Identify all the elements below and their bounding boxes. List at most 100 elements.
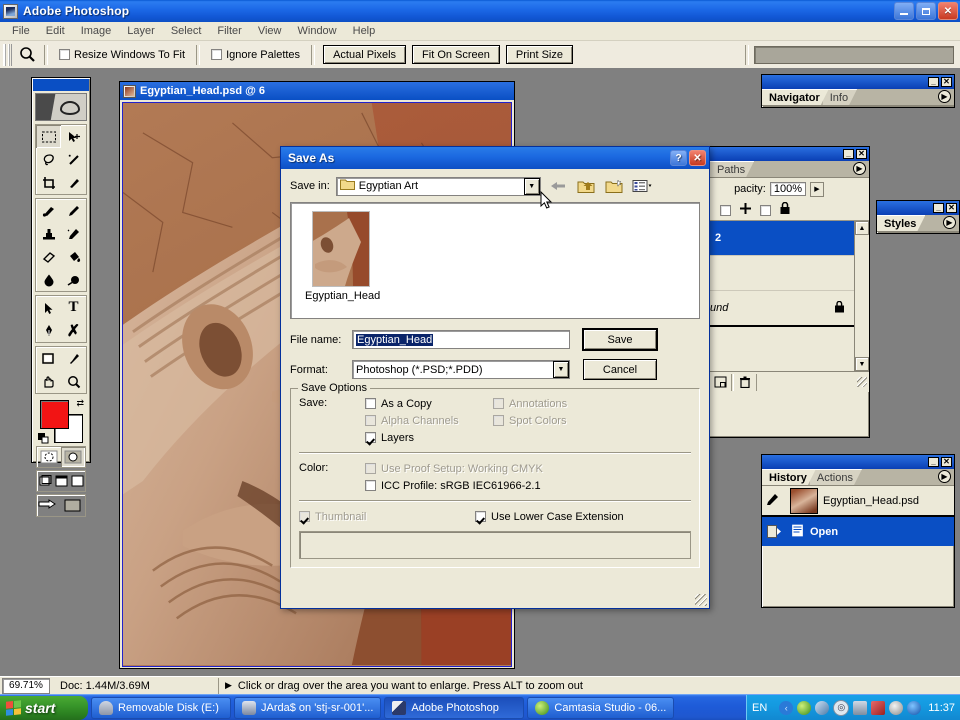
lowercase-extension-checkbox[interactable] xyxy=(475,511,486,522)
fit-on-screen-button[interactable]: Fit On Screen xyxy=(412,45,500,64)
menu-filter[interactable]: Filter xyxy=(209,23,249,39)
taskbar-item-removable-disk[interactable]: Removable Disk (E:) xyxy=(91,696,231,719)
eraser-tool-icon[interactable] xyxy=(36,245,61,268)
menu-image[interactable]: Image xyxy=(73,23,120,39)
list-item[interactable]: Egyptian_Head xyxy=(305,211,380,302)
start-button[interactable]: start xyxy=(0,695,88,720)
options-bar-grip[interactable] xyxy=(3,43,12,66)
volume-icon[interactable] xyxy=(889,700,904,715)
layers-scrollbar[interactable]: ▲ ▼ xyxy=(854,221,869,371)
styles-close-button[interactable]: ✕ xyxy=(946,203,957,213)
document-size-info[interactable]: Doc: 1.44M/3.69M xyxy=(52,677,219,694)
taskbar-item-photoshop[interactable]: Adobe Photoshop xyxy=(384,696,525,719)
zoom-tool-icon-toolbox[interactable] xyxy=(61,370,86,393)
history-menu-icon[interactable]: ▶ xyxy=(938,470,951,483)
pen-tool-icon[interactable] xyxy=(36,319,61,342)
styles-menu-icon[interactable]: ▶ xyxy=(943,216,956,229)
taskbar-clock[interactable]: 11:37 xyxy=(928,702,955,714)
standard-screen-mode-icon[interactable] xyxy=(37,471,53,491)
magic-wand-tool-icon[interactable] xyxy=(61,148,86,171)
new-layer-icon[interactable] xyxy=(708,373,732,391)
antivirus-icon[interactable]: ◎ xyxy=(833,699,850,716)
layers-close-button[interactable]: ✕ xyxy=(856,149,867,159)
history-close-button[interactable]: ✕ xyxy=(941,457,952,467)
marquee-tool-icon[interactable] xyxy=(36,125,61,148)
tab-navigator[interactable]: Navigator xyxy=(762,89,829,105)
history-brush-source-icon[interactable] xyxy=(765,492,785,510)
brush-tool-icon[interactable] xyxy=(61,199,86,222)
toolbox-title-bar[interactable] xyxy=(33,79,89,91)
tab-styles[interactable]: Styles xyxy=(877,215,925,231)
chevron-down-icon[interactable]: ▼ xyxy=(553,361,569,378)
dialog-resize-grip[interactable] xyxy=(695,594,707,606)
list-item[interactable]: Open xyxy=(762,517,954,546)
menu-select[interactable]: Select xyxy=(163,23,210,39)
delete-layer-icon[interactable] xyxy=(733,373,757,391)
tab-history[interactable]: History xyxy=(762,469,816,485)
app-icon[interactable] xyxy=(907,700,922,715)
tab-actions[interactable]: Actions xyxy=(810,469,862,485)
slice-tool-icon[interactable] xyxy=(61,171,86,194)
document-title-bar[interactable]: Egyptian_Head.psd @ 6 xyxy=(120,82,514,100)
history-snapshot-row[interactable]: Egyptian_Head.psd xyxy=(762,486,954,517)
format-combo[interactable]: Photoshop (*.PSD;*.PDD) ▼ xyxy=(352,360,570,379)
full-screen-mode-icon[interactable] xyxy=(69,471,85,491)
menu-edit[interactable]: Edit xyxy=(38,23,73,39)
type-tool-icon[interactable]: T xyxy=(61,296,86,319)
lasso-tool-icon[interactable] xyxy=(36,148,61,171)
views-icon[interactable] xyxy=(631,176,653,196)
messenger-icon[interactable] xyxy=(871,700,886,715)
menu-help[interactable]: Help xyxy=(345,23,384,39)
styles-title-bar[interactable]: _ ✕ xyxy=(877,201,959,215)
show-hidden-icon[interactable]: ‹ xyxy=(779,700,794,715)
taskbar-item-network-drive[interactable]: JArda$ on 'stj-sr-001'... xyxy=(234,696,382,719)
ignore-palettes-option[interactable]: Ignore Palettes xyxy=(211,49,300,61)
clone-stamp-tool-icon[interactable] xyxy=(36,222,61,245)
update-icon[interactable] xyxy=(815,700,830,715)
print-size-button[interactable]: Print Size xyxy=(505,45,573,64)
navigator-minimize-button[interactable]: _ xyxy=(928,77,939,87)
standard-mask-mode-icon[interactable] xyxy=(37,447,61,467)
default-colors-icon[interactable] xyxy=(38,433,49,444)
history-brush-tool-icon[interactable] xyxy=(61,222,86,245)
layers-option[interactable]: Layers xyxy=(365,429,493,446)
shield-icon[interactable] xyxy=(797,700,812,715)
dodge-tool-icon[interactable] xyxy=(61,268,86,291)
icc-profile-option[interactable]: ICC Profile: sRGB IEC61966-2.1 xyxy=(365,477,543,494)
save-as-title-bar[interactable]: Save As ? ✕ xyxy=(281,147,709,169)
layers-checkbox[interactable] xyxy=(365,432,376,443)
as-a-copy-checkbox[interactable] xyxy=(365,398,376,409)
healing-brush-tool-icon[interactable] xyxy=(36,199,61,222)
up-one-level-icon[interactable] xyxy=(575,176,597,196)
create-new-folder-icon[interactable] xyxy=(603,176,625,196)
crop-tool-icon[interactable] xyxy=(36,171,61,194)
jump-to-imageready-icon[interactable] xyxy=(37,495,61,516)
resize-windows-checkbox[interactable] xyxy=(59,49,70,60)
lowercase-extension-option[interactable]: Use Lower Case Extension xyxy=(475,508,624,525)
layers-resize-grip[interactable] xyxy=(857,377,867,387)
lock-all-checkbox[interactable] xyxy=(760,204,771,216)
layers-opacity-field[interactable]: 100% xyxy=(769,182,806,196)
move-tool-icon[interactable] xyxy=(61,125,86,148)
jump-preview-icon[interactable] xyxy=(61,495,85,516)
resize-windows-to-fit-option[interactable]: Resize Windows To Fit xyxy=(59,49,185,61)
layers-menu-icon[interactable]: ▶ xyxy=(853,162,866,175)
maximize-button[interactable] xyxy=(916,2,936,20)
hand-tool-icon[interactable] xyxy=(36,370,61,393)
lock-transparency-checkbox[interactable] xyxy=(720,204,731,216)
notes-tool-icon[interactable]: ✗ xyxy=(61,319,86,342)
tab-info[interactable]: Info xyxy=(823,89,857,105)
history-minimize-button[interactable]: _ xyxy=(928,457,939,467)
scroll-down-icon[interactable]: ▼ xyxy=(855,357,869,371)
network-icon[interactable] xyxy=(853,700,868,715)
styles-minimize-button[interactable]: _ xyxy=(933,203,944,213)
ignore-palettes-checkbox[interactable] xyxy=(211,49,223,60)
dialog-close-button[interactable]: ✕ xyxy=(689,150,706,166)
scroll-up-icon[interactable]: ▲ xyxy=(855,221,869,235)
layers-minimize-button[interactable]: _ xyxy=(843,149,854,159)
save-button[interactable]: Save xyxy=(583,329,657,350)
file-name-input[interactable]: Egyptian_Head xyxy=(352,330,570,349)
chevron-down-icon[interactable]: ▼ xyxy=(523,177,540,195)
navigator-close-button[interactable]: ✕ xyxy=(941,77,952,87)
eyedropper-tool-icon[interactable] xyxy=(61,347,86,370)
